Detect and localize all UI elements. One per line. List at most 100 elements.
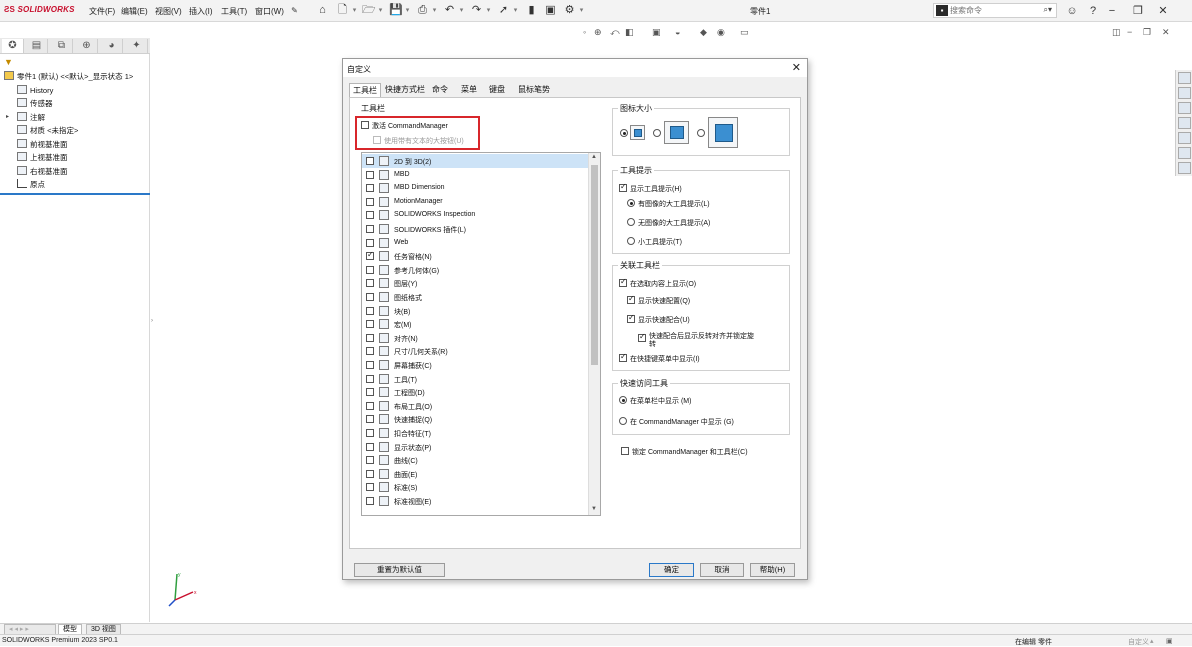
- toolbar-checkbox[interactable]: [366, 361, 374, 369]
- previous-view-icon[interactable]: ⤺: [610, 27, 620, 38]
- save-icon[interactable]: 💾: [389, 4, 403, 17]
- toolbar-list-item[interactable]: 宏(M): [362, 317, 588, 331]
- icon-size-medium-radio[interactable]: [653, 129, 661, 137]
- large-buttons-checkbox[interactable]: [373, 136, 381, 144]
- toolbar-list-item[interactable]: 2D 到 3D(2): [362, 154, 588, 168]
- tab-mouse-gestures[interactable]: 鼠标笔势: [515, 83, 553, 97]
- viewport-close-icon[interactable]: ✕: [1162, 27, 1170, 38]
- toolbar-checkbox[interactable]: [366, 306, 374, 315]
- tree-item-right-plane[interactable]: 右视基准面: [17, 166, 68, 178]
- toolbar-list-item[interactable]: SOLIDWORKS Inspection: [362, 208, 588, 222]
- tree-item-front-plane[interactable]: 前视基准面: [17, 139, 68, 151]
- icon-size-small-radio[interactable]: [620, 129, 628, 137]
- qa-commandmanager-radio[interactable]: [619, 417, 627, 425]
- toolbar-list-item[interactable]: 参考几何体(G): [362, 263, 588, 277]
- icon-size-large-radio[interactable]: [697, 129, 705, 137]
- menu-edit[interactable]: 编辑(E): [121, 6, 148, 17]
- new-document-icon[interactable]: 🗋: [336, 4, 349, 17]
- toolbar-checkbox[interactable]: [366, 238, 374, 247]
- open-folder-icon[interactable]: 🗁: [362, 4, 376, 17]
- toolbar-list-item[interactable]: 快速捕捉(Q): [362, 412, 588, 426]
- toolbar-checkbox[interactable]: [366, 250, 374, 261]
- toolbar-list-item[interactable]: 工程图(D): [362, 385, 588, 399]
- file-explorer-icon[interactable]: [1178, 102, 1191, 114]
- toolbar-list-item[interactable]: 图层(Y): [362, 276, 588, 290]
- toolbar-checkbox[interactable]: [366, 429, 374, 437]
- tree-item-history[interactable]: History: [17, 85, 53, 97]
- tab-commands[interactable]: 命令: [429, 83, 451, 97]
- chevron-down-icon[interactable]: ▾: [351, 4, 358, 17]
- design-library-icon[interactable]: [1178, 87, 1191, 99]
- activate-commandmanager-checkbox[interactable]: [361, 121, 369, 129]
- minimize-icon[interactable]: −: [1104, 3, 1120, 19]
- chevron-down-icon[interactable]: ▾: [458, 4, 465, 17]
- toolbar-list-item[interactable]: SOLIDWORKS 插件(L): [362, 222, 588, 236]
- appearances-icon[interactable]: [1178, 132, 1191, 144]
- viewport-icon[interactable]: ◫: [1112, 27, 1121, 38]
- pin-icon[interactable]: ✎: [288, 4, 301, 17]
- view-settings-icon[interactable]: ▭: [740, 27, 749, 38]
- toolbar-list-item[interactable]: 屏幕捕获(C): [362, 358, 588, 372]
- tab-toolbars[interactable]: 工具栏: [349, 83, 381, 97]
- search-input[interactable]: [950, 5, 1038, 16]
- tree-item-annotations[interactable]: 注解: [17, 112, 45, 124]
- show-quick-mates-checkbox[interactable]: [627, 313, 635, 323]
- menu-window[interactable]: 窗口(W): [255, 6, 284, 17]
- toolbar-checkbox[interactable]: [366, 469, 374, 478]
- toolbar-checkbox[interactable]: [366, 170, 374, 179]
- toolbar-list-item[interactable]: MBD: [362, 168, 588, 182]
- toolbar-list-item[interactable]: 对齐(N): [362, 331, 588, 345]
- toolbar-checkbox[interactable]: [366, 415, 374, 424]
- dimxpert-tab-icon[interactable]: ⊕: [76, 39, 98, 53]
- chevron-down-icon[interactable]: ▾: [404, 4, 411, 17]
- panel-collapse-icon[interactable]: ›: [151, 318, 153, 324]
- toolbar-checkbox[interactable]: [366, 442, 374, 451]
- scroll-down-icon[interactable]: ▼: [591, 506, 597, 512]
- show-on-selection-checkbox[interactable]: [619, 277, 627, 287]
- toolbar-list-item[interactable]: 尺寸/几何关系(R): [362, 344, 588, 358]
- toolbar-checkbox[interactable]: [366, 197, 374, 206]
- close-window-icon[interactable]: ✕: [1155, 3, 1171, 19]
- toolbar-checkbox[interactable]: [366, 157, 374, 165]
- tooltip-large-image-radio[interactable]: [627, 199, 635, 207]
- toolbar-list-item[interactable]: 标准(S): [362, 480, 588, 494]
- toolbar-checkbox[interactable]: [366, 184, 374, 193]
- feature-tree-tab-icon[interactable]: ✪: [2, 39, 24, 53]
- chevron-down-icon[interactable]: ▾: [485, 4, 492, 17]
- chevron-up-icon[interactable]: ▴: [1150, 637, 1154, 645]
- restore-icon[interactable]: ❐: [1130, 3, 1146, 19]
- tree-item-sensors[interactable]: 传感器: [17, 98, 53, 110]
- search-scope-icon[interactable]: ▪: [936, 5, 948, 16]
- toolbar-checkbox[interactable]: [366, 456, 374, 465]
- hide-show-icon[interactable]: ◆: [700, 27, 707, 38]
- reset-defaults-button[interactable]: 重置为默认值: [354, 563, 445, 577]
- toolbar-checkbox[interactable]: [366, 265, 374, 274]
- toolbar-list-item[interactable]: 扣合特征(T): [362, 426, 588, 440]
- toolbar-list-item[interactable]: MotionManager: [362, 195, 588, 209]
- toolbar-list-item[interactable]: 图纸格式: [362, 290, 588, 304]
- home-icon[interactable]: ⌂: [316, 4, 329, 17]
- scroll-up-icon[interactable]: ▲: [591, 154, 597, 160]
- ok-button[interactable]: 确定: [649, 563, 694, 577]
- tab-menus[interactable]: 菜单: [458, 83, 480, 97]
- tab-keyboard[interactable]: 键盘: [486, 83, 508, 97]
- toolbar-list-item[interactable]: 曲线(C): [362, 453, 588, 467]
- help-button[interactable]: 帮助(H): [750, 563, 795, 577]
- chevron-down-icon[interactable]: ▾: [578, 4, 585, 17]
- filter-icon[interactable]: ▼: [4, 57, 13, 67]
- show-tooltips-checkbox[interactable]: [619, 182, 627, 192]
- toolbar-checkbox[interactable]: [366, 320, 374, 329]
- show-in-shortcut-menu-checkbox[interactable]: [619, 352, 627, 362]
- viewport-restore-icon[interactable]: ❐: [1143, 27, 1151, 38]
- search-box[interactable]: ▪ ⌕▾: [933, 3, 1057, 18]
- chevron-down-icon[interactable]: ▾: [512, 4, 519, 17]
- toolbar-list-item[interactable]: 显示状态(P): [362, 440, 588, 454]
- toolbar-checkbox[interactable]: [366, 225, 374, 233]
- tree-item-top-plane[interactable]: 上视基准面: [17, 152, 68, 164]
- menu-file[interactable]: 文件(F): [89, 6, 115, 17]
- undo-icon[interactable]: ↶: [443, 4, 456, 17]
- chevron-down-icon[interactable]: ▾: [377, 4, 384, 17]
- view-palette-icon[interactable]: [1178, 117, 1191, 129]
- toolbar-list-item[interactable]: 曲面(E): [362, 467, 588, 481]
- toolbar-checkbox[interactable]: [366, 374, 374, 383]
